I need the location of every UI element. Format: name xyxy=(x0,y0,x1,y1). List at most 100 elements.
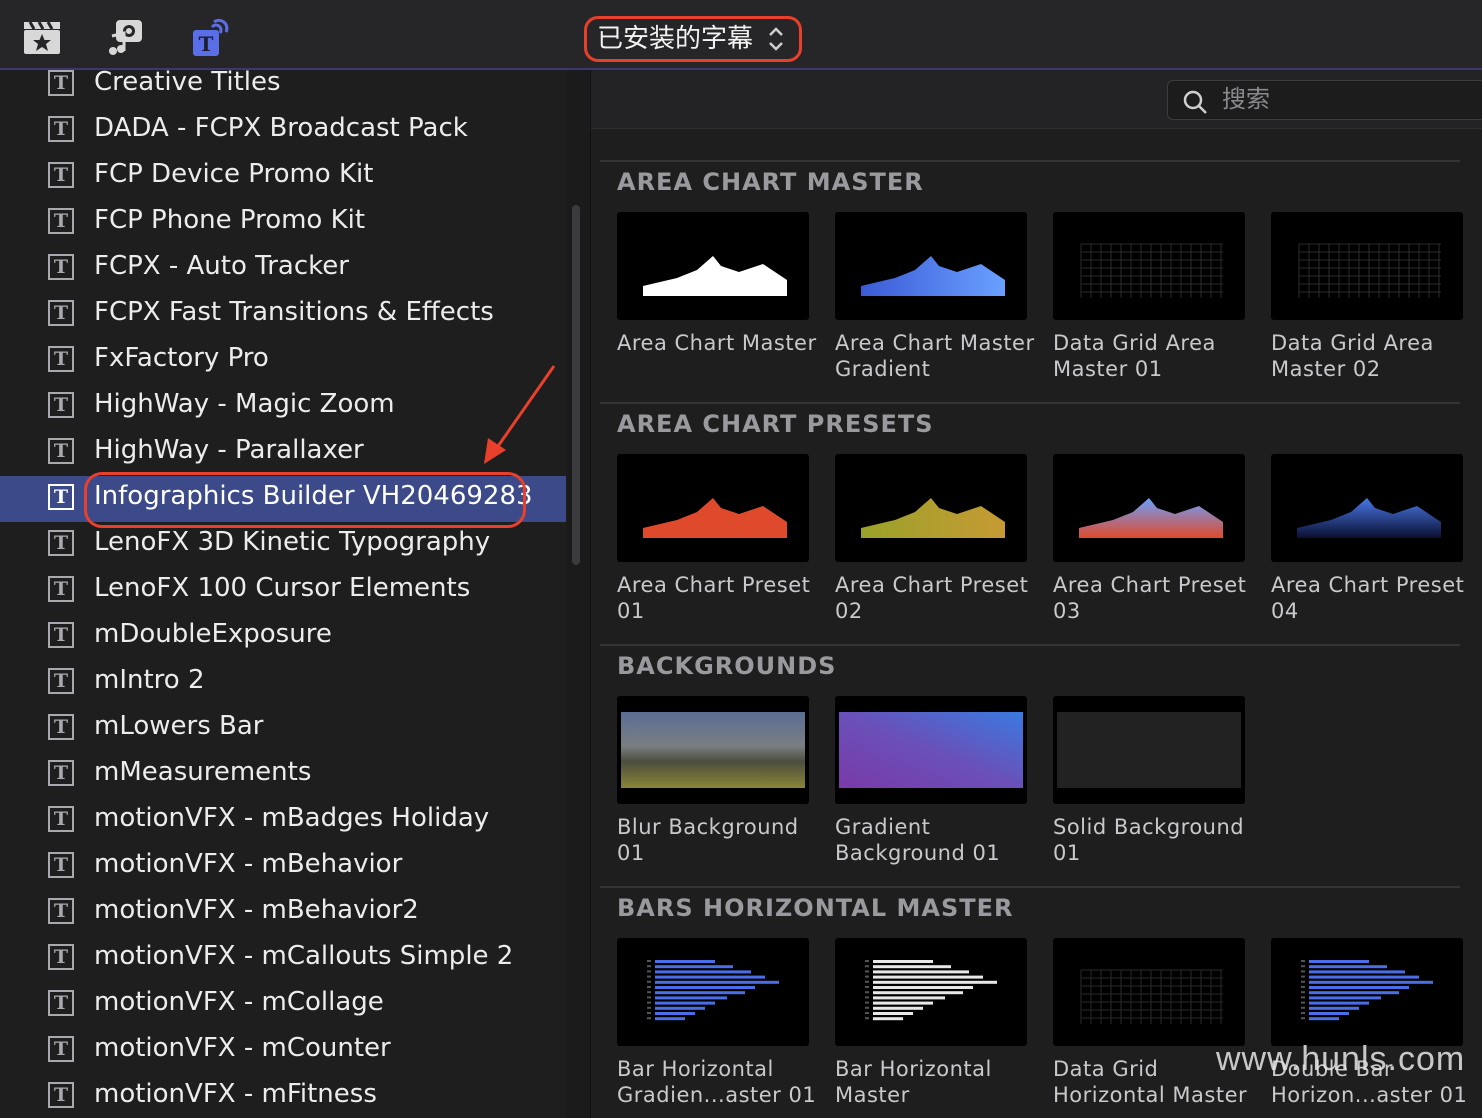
sidebar-item[interactable]: T FCP Phone Promo Kit xyxy=(0,200,566,246)
sidebar-item-label: LenoFX 3D Kinetic Typography xyxy=(94,527,491,557)
tile-label-line2: Background 01 xyxy=(835,841,1001,865)
section-title: AREA CHART PRESETS xyxy=(617,410,934,438)
sidebar-item-label: motionVFX - mCallouts Simple 2 xyxy=(94,941,514,971)
sidebar-item[interactable]: TmDoubleExposure xyxy=(0,614,566,660)
tile-label: Area Chart Preset 03 xyxy=(1053,572,1253,624)
sidebar-item[interactable]: TmotionVFX - mCallouts Simple 2 xyxy=(0,936,566,982)
sidebar-item[interactable]: T FCP Device Promo Kit xyxy=(0,154,566,200)
title-icon: T xyxy=(48,760,74,786)
title-icon: T xyxy=(48,714,74,740)
sidebar-item-label: LenoFX 100 Cursor Elements xyxy=(94,573,471,603)
title-icon: T xyxy=(48,944,74,970)
sidebar-item[interactable]: T FCPX - Auto Tracker xyxy=(0,246,566,292)
sidebar-item[interactable]: TmIntro 2 xyxy=(0,660,566,706)
tile-thumbnail[interactable] xyxy=(617,696,809,804)
section: AREA CHART PRESETS Area Chart Preset 01 Are… xyxy=(600,402,1464,623)
sidebar-item-label: HighWay - Parallaxer xyxy=(94,435,364,465)
music-camera-icon[interactable] xyxy=(106,18,146,58)
sidebar-scrollbar[interactable] xyxy=(572,205,580,565)
tile-label: Bar Horizontal Master xyxy=(835,1056,1035,1108)
sidebar-item-label: motionVFX - mFitness xyxy=(94,1079,377,1109)
sidebar-item[interactable]: TmotionVFX - mCollage xyxy=(0,982,566,1028)
section-title: AREA CHART MASTER xyxy=(617,168,924,196)
tile-thumbnail[interactable] xyxy=(835,696,1027,804)
tile-thumbnail[interactable] xyxy=(1053,212,1245,320)
title-icon: T xyxy=(48,898,74,924)
sidebar-item-label: DADA - FCPX Broadcast Pack xyxy=(94,113,468,143)
title-icon: T xyxy=(48,1036,74,1062)
chevron-updown-icon xyxy=(767,19,785,74)
tile-label-line1: Area Chart Preset xyxy=(1271,573,1465,597)
title-icon: T xyxy=(48,346,74,372)
tile-thumbnail[interactable] xyxy=(617,212,809,320)
tile-label-line2: Master xyxy=(835,1083,910,1107)
annotation-arrow-icon xyxy=(484,365,556,464)
titles-browser: 搜索 AREA CHART MASTER Area Chart Master Are… xyxy=(591,70,1482,1118)
tile-label-line2: Master 01 xyxy=(1053,357,1163,381)
tile-label: Area Chart Preset 02 xyxy=(835,572,1035,624)
installed-titles-selector[interactable]: 已安装的字幕 xyxy=(584,16,802,62)
search-input[interactable]: 搜索 xyxy=(1167,80,1482,120)
tile-label-line1: Blur Background xyxy=(617,815,799,839)
sidebar-item-label: Creative Titles xyxy=(94,70,281,97)
sidebar-item-label: HighWay - Magic Zoom xyxy=(94,389,395,419)
title-icon: T xyxy=(48,116,74,142)
tile-thumbnail[interactable] xyxy=(1053,938,1245,1046)
tile-label-line1: Gradient xyxy=(835,815,931,839)
tile-label: Area Chart Preset 01 xyxy=(617,572,817,624)
tile-thumbnail[interactable] xyxy=(1053,454,1245,562)
sidebar-item-label: mDoubleExposure xyxy=(94,619,332,649)
tile-label: Bar Horizontal Gradien...aster 01 xyxy=(617,1056,817,1108)
title-icon: T xyxy=(48,208,74,234)
section: BACKGROUNDS Blur Background 01 Gradient Back… xyxy=(600,644,1460,865)
search-bar: 搜索 xyxy=(591,70,1482,129)
sidebar-item[interactable]: T LenoFX 100 Cursor Elements xyxy=(0,568,566,614)
tile-thumbnail[interactable] xyxy=(1271,938,1463,1046)
sidebar-item-label: FCPX - Auto Tracker xyxy=(94,251,349,281)
tile-thumbnail[interactable] xyxy=(835,212,1027,320)
tile-label: Gradient Background 01 xyxy=(835,814,1035,866)
sidebar-item-label: FxFactory Pro xyxy=(94,343,269,373)
sidebar-item[interactable]: TmLowers Bar xyxy=(0,706,566,752)
sidebar-item[interactable]: TmMeasurements xyxy=(0,752,566,798)
sidebar-item[interactable]: TmotionVFX - mBehavior2 xyxy=(0,890,566,936)
sidebar-item-label: motionVFX - mBadges Holiday xyxy=(94,803,490,833)
title-icon: T xyxy=(48,806,74,832)
sidebar-item[interactable]: TmotionVFX - mCounter xyxy=(0,1028,566,1074)
sidebar-item[interactable]: TmotionVFX - mBehavior xyxy=(0,844,566,890)
tile-label-line2: Gradien...aster 01 xyxy=(617,1083,817,1107)
tile-label-line2: Horizontal Master xyxy=(1053,1083,1248,1107)
titles-icon[interactable]: T xyxy=(190,18,230,58)
tile-label: Data Grid Area Master 01 xyxy=(1053,330,1253,382)
tile-thumbnail[interactable] xyxy=(617,454,809,562)
section: AREA CHART MASTER Area Chart Master Area C… xyxy=(600,160,1463,381)
tile-label-line1: Bar Horizontal xyxy=(617,1057,774,1081)
tile-thumbnail[interactable] xyxy=(835,454,1027,562)
title-icon: T xyxy=(48,438,74,464)
tile-thumbnail[interactable] xyxy=(835,938,1027,1046)
sidebar-item[interactable]: T DADA - FCPX Broadcast Pack xyxy=(0,108,566,154)
sidebar-item[interactable]: T Creative Titles xyxy=(0,70,566,108)
tile-thumbnail[interactable] xyxy=(1271,212,1463,320)
tile-thumbnail[interactable] xyxy=(1053,696,1245,804)
title-icon: T xyxy=(48,392,74,418)
sidebar-item-label: motionVFX - mBehavior2 xyxy=(94,895,419,925)
selector-label: 已安装的字幕 xyxy=(597,24,754,54)
tile-label: Data Grid Area Master 02 xyxy=(1271,330,1471,382)
tile-label-line2: 02 xyxy=(835,599,863,623)
tile-label-line2: 03 xyxy=(1053,599,1081,623)
title-icon: T xyxy=(48,990,74,1016)
sidebar-item-label: mIntro 2 xyxy=(94,665,205,695)
sidebar-item[interactable]: TmotionVFX - mFitness xyxy=(0,1074,566,1118)
sidebar-item[interactable]: T LenoFX 3D Kinetic Typography xyxy=(0,522,566,568)
tile-thumbnail[interactable] xyxy=(1271,454,1463,562)
section-title: BARS HORIZONTAL MASTER xyxy=(617,894,1014,922)
clapper-star-icon[interactable] xyxy=(22,18,62,58)
sidebar-item[interactable]: T FCPX Fast Transitions & Effects xyxy=(0,292,566,338)
tile-label-line1: Bar Horizontal xyxy=(835,1057,992,1081)
sidebar-item[interactable]: TmotionVFX - mBadges Holiday xyxy=(0,798,566,844)
tile-thumbnail[interactable] xyxy=(617,938,809,1046)
sidebar-item-label: motionVFX - mCollage xyxy=(94,987,384,1017)
section-title: BACKGROUNDS xyxy=(617,652,837,680)
tile-label-line1: Data Grid Area xyxy=(1271,331,1434,355)
